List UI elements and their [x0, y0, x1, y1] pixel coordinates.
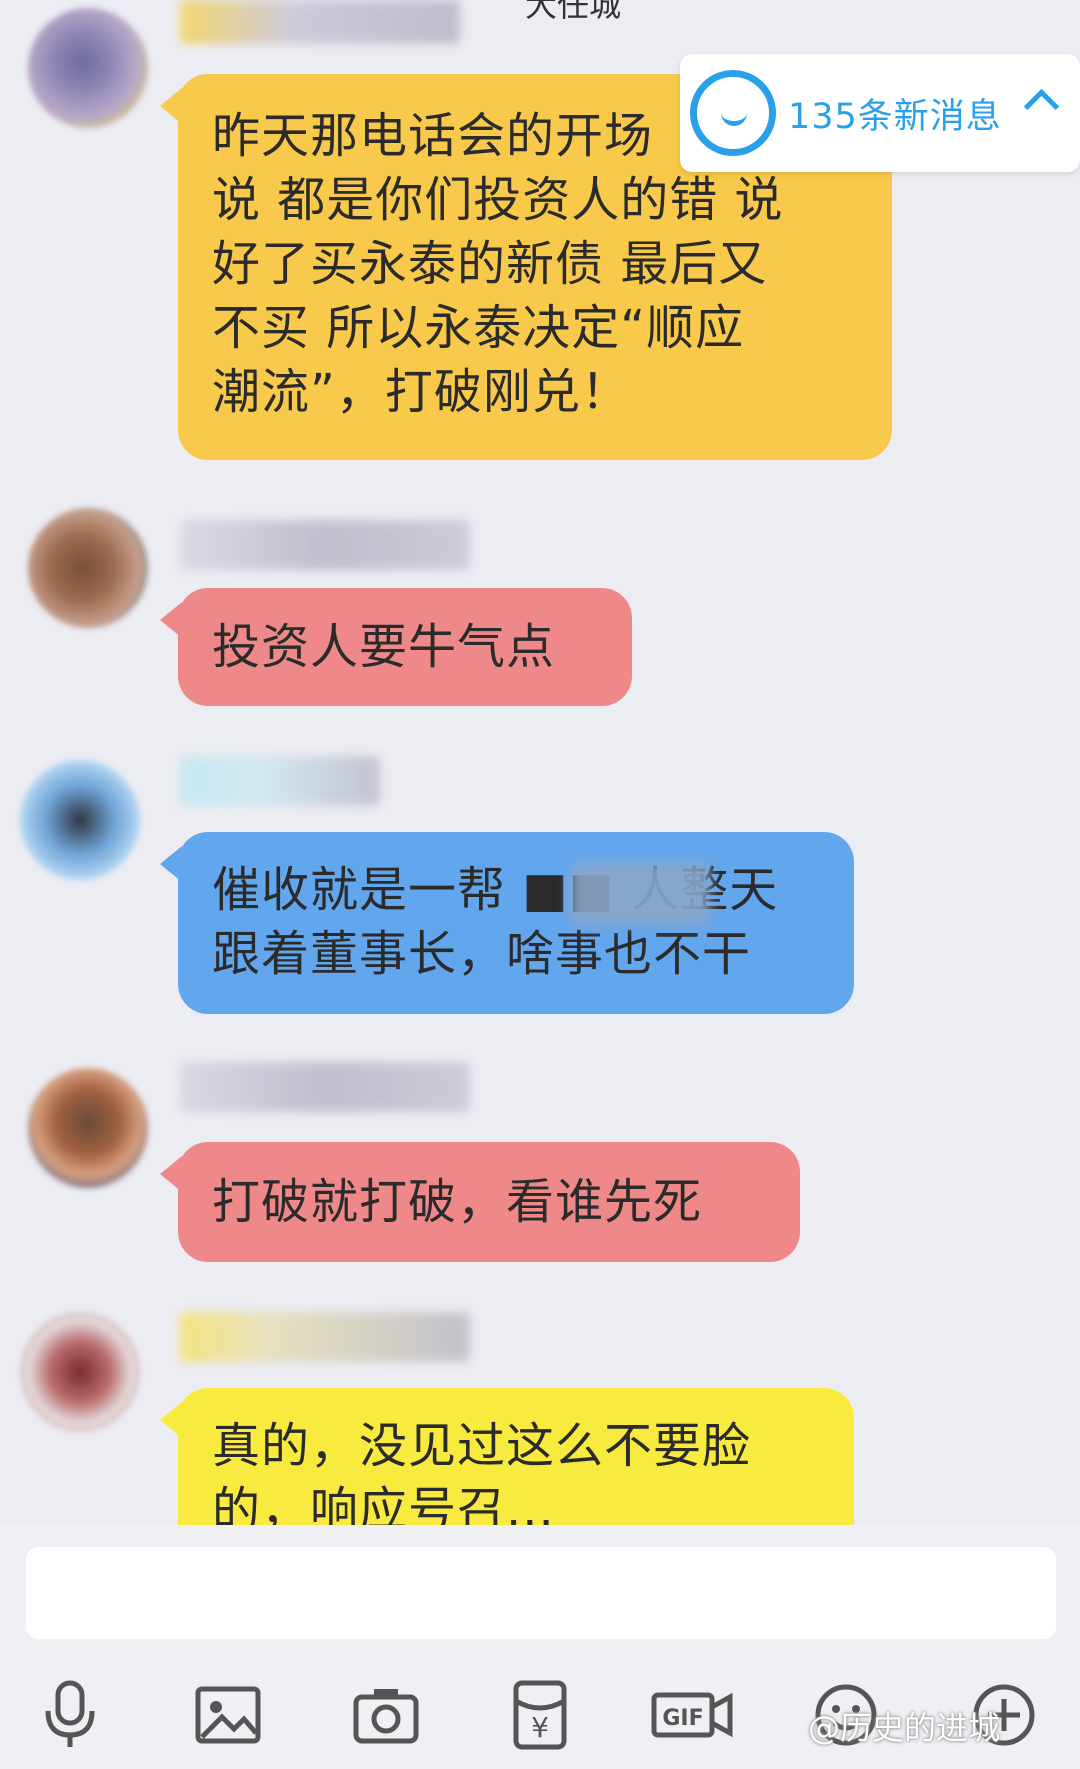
message-bubble[interactable]: 催收就是一帮 ■■ 人整天 跟着董事长，啥事也不干 — [160, 832, 854, 1014]
watermark: @历史的进城 — [807, 1709, 1000, 1747]
sender-name-blurred — [180, 0, 460, 44]
message-line: 跟着董事长，啥事也不干 — [212, 926, 752, 982]
message-input[interactable] — [26, 1547, 1056, 1639]
censored-text — [570, 862, 710, 926]
chat-history: 大任城 昨天那电话会的开场 说 都是你们投资人的错 说 好了买永泰的新债 最后又… — [0, 0, 1080, 1525]
message-bubble[interactable]: 投资人要牛气点 — [160, 588, 632, 706]
sender-name-blurred — [180, 756, 380, 806]
gif-label: GIF — [662, 1706, 703, 1731]
composer: ¥ GIF @历史的进城 — [0, 1525, 1080, 1769]
avatar[interactable] — [28, 1068, 148, 1188]
message-line: 的，响应号召... — [212, 1482, 555, 1525]
message-bubble[interactable]: 打破就打破，看谁先死 — [160, 1142, 800, 1262]
message-line: 不买 所以永泰决定“顺应 — [212, 300, 745, 356]
microphone-icon[interactable] — [30, 1675, 110, 1755]
message-line: 投资人要牛气点 — [212, 619, 556, 675]
message-line: 说 都是你们投资人的错 说 — [212, 172, 784, 228]
avatar[interactable] — [28, 508, 148, 628]
chevron-up-icon — [1023, 88, 1060, 125]
message-line: 潮流”，打破刚兑！ — [212, 364, 630, 420]
red-packet-icon[interactable]: ¥ — [500, 1675, 580, 1755]
sender-name-blurred — [180, 1312, 470, 1362]
avatar[interactable] — [28, 8, 148, 128]
chat-bubble-icon — [690, 70, 776, 156]
image-icon[interactable] — [188, 1675, 268, 1755]
message-line: 打破就打破，看谁先死 — [212, 1174, 703, 1230]
message-bubble[interactable]: 真的，没见过这么不要脸 的，响应号召... — [160, 1388, 854, 1525]
new-messages-banner[interactable]: 135条新消息 — [680, 54, 1080, 172]
message-line: 好了买永泰的新债 最后又 — [212, 236, 768, 292]
new-messages-count: 135条新消息 — [788, 96, 1002, 137]
avatar[interactable] — [20, 760, 140, 880]
message-line: 真的，没见过这么不要脸 — [212, 1418, 752, 1474]
sender-name-blurred — [180, 520, 470, 570]
sender-name-blurred — [180, 1062, 470, 1112]
red-packet-symbol: ¥ — [531, 1711, 549, 1744]
chat-title-fragment: 大任城 — [525, 0, 622, 24]
avatar[interactable] — [20, 1312, 140, 1432]
gif-icon[interactable]: GIF — [648, 1675, 738, 1755]
message-line: 催收就是一帮 ■■ 人整天 — [212, 862, 779, 918]
camera-icon[interactable] — [346, 1675, 426, 1755]
